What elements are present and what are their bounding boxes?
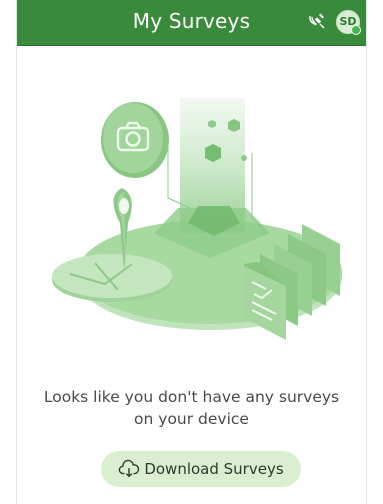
app-window: My Surveys SD Looks like you don't have … — [16, 0, 367, 504]
download-surveys-label: Download Surveys — [144, 460, 284, 478]
online-status-dot — [351, 25, 361, 35]
app-header: My Surveys SD — [17, 0, 366, 46]
user-avatar[interactable]: SD — [336, 10, 361, 35]
satellite-signal-icon[interactable] — [306, 10, 328, 32]
empty-state-message-line1: Looks like you don't have any surveys — [43, 388, 340, 406]
cloud-download-icon — [119, 459, 140, 478]
download-surveys-button[interactable]: Download Surveys — [101, 451, 301, 487]
empty-state-message-line2: on your device — [134, 410, 249, 428]
empty-surveys-illustration — [52, 98, 342, 340]
empty-state-message: Looks like you don't have any surveys on… — [17, 386, 366, 430]
